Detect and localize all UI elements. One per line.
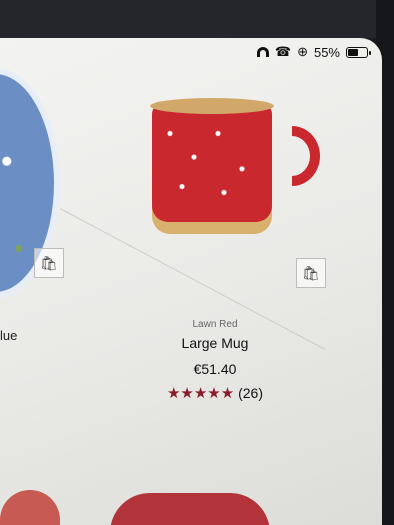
mug-body bbox=[152, 104, 272, 222]
add-to-basket-icon: 🛍 bbox=[302, 264, 320, 281]
review-count: (26) bbox=[238, 385, 264, 401]
product-rating[interactable]: ★★★★★ (26) bbox=[0, 384, 382, 402]
status-bar: ☎ ⊕ 55% bbox=[256, 44, 371, 60]
next-row-product-image-left[interactable] bbox=[0, 490, 60, 525]
phone-icon: ☎ bbox=[274, 44, 292, 59]
add-to-basket-button[interactable]: 🛍 bbox=[296, 258, 326, 288]
product-name[interactable]: Large Mug bbox=[0, 335, 382, 351]
product-price: €51.40 bbox=[193, 361, 237, 377]
mug-product-image[interactable] bbox=[150, 98, 320, 238]
product-variant: Lawn Red bbox=[192, 319, 238, 330]
screen: ☎ ⊕ 55% 🛍 lue ) 🛍 Lawn Red Large Mug €51… bbox=[0, 38, 382, 525]
add-to-basket-button-left[interactable]: 🛍 bbox=[34, 248, 64, 278]
wifi-icon bbox=[256, 47, 269, 57]
teapot-product-image[interactable] bbox=[110, 493, 270, 525]
lock-rotation-icon: ⊕ bbox=[297, 44, 308, 59]
rating-stars: ★★★★★ bbox=[166, 385, 235, 402]
battery-percentage: 55% bbox=[313, 44, 340, 60]
mug-rim bbox=[150, 98, 274, 114]
add-to-basket-icon: 🛍 bbox=[40, 254, 58, 271]
mug-handle bbox=[292, 126, 320, 186]
device-bezel-top bbox=[0, 0, 394, 38]
battery-icon bbox=[346, 46, 371, 58]
